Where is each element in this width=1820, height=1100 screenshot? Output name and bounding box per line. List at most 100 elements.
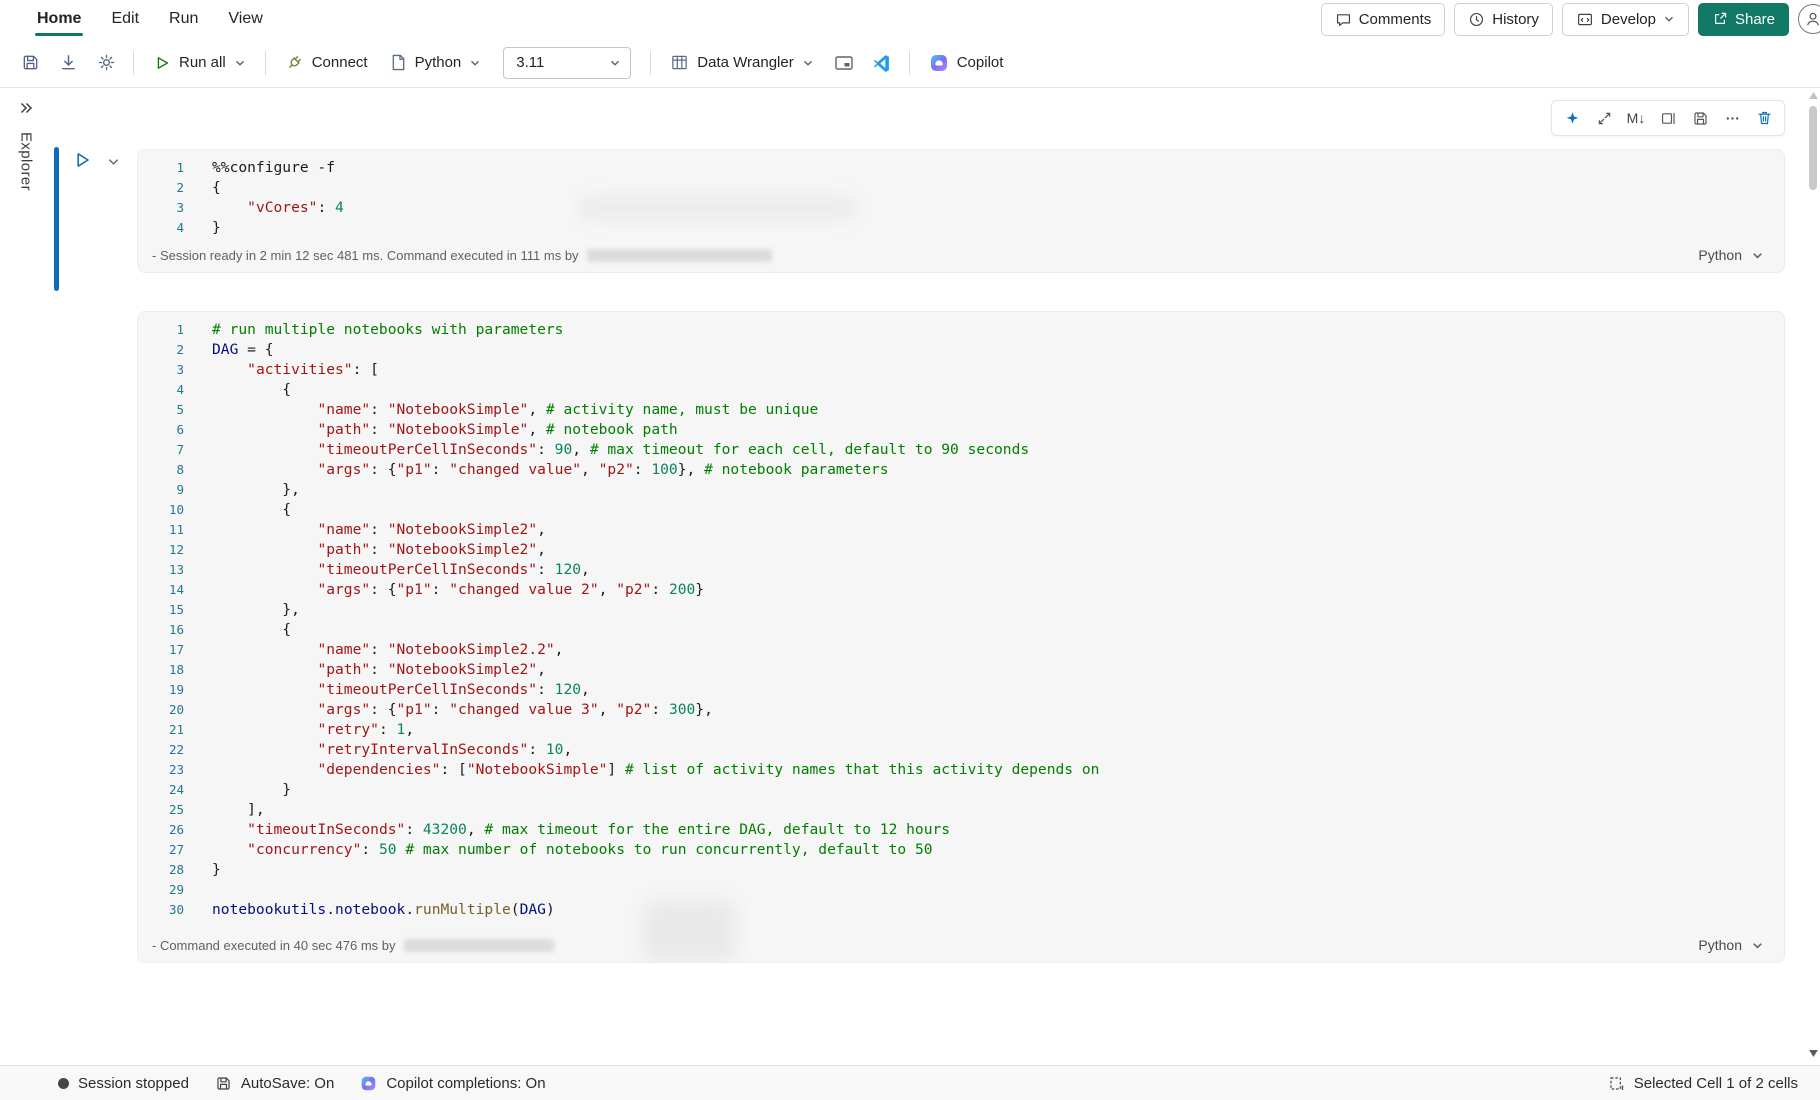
split-cell-button[interactable] (1654, 104, 1682, 132)
data-wrangler-button[interactable]: Data Wrangler (660, 46, 823, 80)
run-all-button[interactable]: Run all (143, 46, 256, 80)
session-dot-icon (58, 1078, 69, 1089)
menu-tab-edit[interactable]: Edit (96, 0, 154, 38)
code-line[interactable]: 11 "name": "NotebookSimple2", (138, 520, 1784, 540)
connect-button[interactable]: Connect (275, 46, 378, 80)
code-text: } (208, 218, 221, 238)
scrollbar-thumb[interactable] (1809, 106, 1817, 190)
cell-language-label: Python (1698, 247, 1742, 263)
code-line[interactable]: 24 } (138, 780, 1784, 800)
code-line[interactable]: 4} (138, 218, 1784, 238)
vertical-scrollbar (1806, 88, 1820, 1065)
line-number: 30 (138, 900, 208, 920)
code-line[interactable]: 1%%configure -f (138, 158, 1784, 178)
run-cell-button[interactable] (68, 146, 96, 174)
expand-explorer-button[interactable] (18, 100, 34, 116)
code-line[interactable]: 27 "concurrency": 50 # max number of not… (138, 840, 1784, 860)
code-line[interactable]: 19 "timeoutPerCellInSeconds": 120, (138, 680, 1784, 700)
download-icon (59, 53, 78, 72)
cell-language-picker[interactable]: Python (1698, 937, 1764, 953)
code-line[interactable]: 20 "args": {"p1": "changed value 3", "p2… (138, 700, 1784, 720)
menu-tab-run[interactable]: Run (154, 0, 213, 38)
code-line[interactable]: 21 "retry": 1, (138, 720, 1784, 740)
ai-quick-actions-button[interactable] (1558, 104, 1586, 132)
export-button[interactable] (50, 46, 86, 80)
code-line[interactable]: 6 "path": "NotebookSimple", # notebook p… (138, 420, 1784, 440)
code-line[interactable]: 15 }, (138, 600, 1784, 620)
code-text: "name": "NotebookSimple2", (208, 520, 546, 540)
history-button[interactable]: History (1454, 3, 1553, 36)
code-line[interactable]: 5 "name": "NotebookSimple", # activity n… (138, 400, 1784, 420)
delete-cell-button[interactable] (1750, 104, 1778, 132)
code-line[interactable]: 4 { (138, 380, 1784, 400)
code-text: "path": "NotebookSimple2", (208, 540, 546, 560)
code-text: DAG = { (208, 340, 274, 360)
collapse-cell-button[interactable] (102, 150, 124, 172)
convert-to-markdown-button[interactable]: M↓ (1622, 104, 1650, 132)
line-number: 1 (138, 320, 208, 340)
code-line[interactable]: 7 "timeoutPerCellInSeconds": 90, # max t… (138, 440, 1784, 460)
autosave-label: AutoSave: On (241, 1075, 334, 1092)
code-line[interactable]: 12 "path": "NotebookSimple2", (138, 540, 1784, 560)
table-grid-icon (670, 53, 689, 72)
code-line[interactable]: 13 "timeoutPerCellInSeconds": 120, (138, 560, 1784, 580)
code-line[interactable]: 30notebookutils.notebook.runMultiple(DAG… (138, 900, 1784, 920)
code-line[interactable]: 2DAG = { (138, 340, 1784, 360)
line-number: 3 (138, 198, 208, 218)
expand-cell-button[interactable] (1590, 104, 1618, 132)
code-line[interactable]: 14 "args": {"p1": "changed value 2", "p2… (138, 580, 1784, 600)
code-line[interactable]: 17 "name": "NotebookSimple2.2", (138, 640, 1784, 660)
menu-tab-home[interactable]: Home (22, 0, 96, 38)
code-line[interactable]: 16 { (138, 620, 1784, 640)
cell-language-picker[interactable]: Python (1698, 247, 1764, 263)
kernel-picker[interactable]: Python (380, 46, 492, 80)
code-line[interactable]: 22 "retryIntervalInSeconds": 10, (138, 740, 1784, 760)
code-line[interactable]: 3 "activities": [ (138, 360, 1784, 380)
autosave-status[interactable]: AutoSave: On (215, 1075, 334, 1092)
cell-status-bar: - Command executed in 40 sec 476 ms by P… (138, 932, 1784, 962)
code-text: "dependencies": ["NotebookSimple"] # lis… (208, 760, 1099, 780)
line-number: 9 (138, 480, 208, 500)
settings-button[interactable] (88, 46, 124, 80)
code-line[interactable]: 26 "timeoutInSeconds": 43200, # max time… (138, 820, 1784, 840)
copilot-completions-status[interactable]: Copilot completions: On (360, 1075, 545, 1092)
menu-tab-label: Edit (111, 10, 139, 28)
code-line[interactable]: 2{ (138, 178, 1784, 198)
vscode-button[interactable] (864, 46, 900, 80)
scroll-down-arrow[interactable] (1806, 1050, 1820, 1057)
copilot-button[interactable]: Copilot (919, 46, 1014, 80)
share-button[interactable]: Share (1698, 3, 1789, 36)
code-line[interactable]: 29 (138, 880, 1784, 900)
version-value: 3.11 (516, 54, 544, 71)
code-text: "timeoutPerCellInSeconds": 120, (208, 560, 590, 580)
focus-mode-button[interactable] (826, 46, 862, 80)
trash-icon (1756, 109, 1773, 127)
code-line[interactable]: 25 ], (138, 800, 1784, 820)
code-line[interactable]: 3 "vCores": 4 (138, 198, 1784, 218)
line-number: 29 (138, 880, 208, 900)
code-line[interactable]: 9 }, (138, 480, 1784, 500)
version-picker[interactable]: 3.11 (503, 47, 631, 79)
save-button[interactable] (12, 46, 48, 80)
code-line[interactable]: 8 "args": {"p1": "changed value", "p2": … (138, 460, 1784, 480)
more-commands-button[interactable] (1718, 104, 1746, 132)
markdown-icon: M↓ (1627, 110, 1646, 126)
code-line[interactable]: 28} (138, 860, 1784, 880)
develop-button[interactable]: Develop (1562, 3, 1689, 36)
connect-label: Connect (312, 54, 368, 71)
line-number: 18 (138, 660, 208, 680)
code-line[interactable]: 23 "dependencies": ["NotebookSimple"] # … (138, 760, 1784, 780)
account-button[interactable] (1798, 4, 1820, 34)
code-text: "retry": 1, (208, 720, 414, 740)
menu-tab-view[interactable]: View (213, 0, 277, 38)
save-icon (215, 1075, 232, 1092)
comments-button[interactable]: Comments (1321, 3, 1446, 36)
code-line[interactable]: 1# run multiple notebooks with parameter… (138, 320, 1784, 340)
session-status[interactable]: Session stopped (58, 1075, 189, 1092)
code-text: "name": "NotebookSimple", # activity nam… (208, 400, 818, 420)
save-cell-button[interactable] (1686, 104, 1714, 132)
code-text: "args": {"p1": "changed value 3", "p2": … (208, 700, 713, 720)
scroll-up-arrow[interactable] (1806, 92, 1820, 99)
code-line[interactable]: 18 "path": "NotebookSimple2", (138, 660, 1784, 680)
code-line[interactable]: 10 { (138, 500, 1784, 520)
